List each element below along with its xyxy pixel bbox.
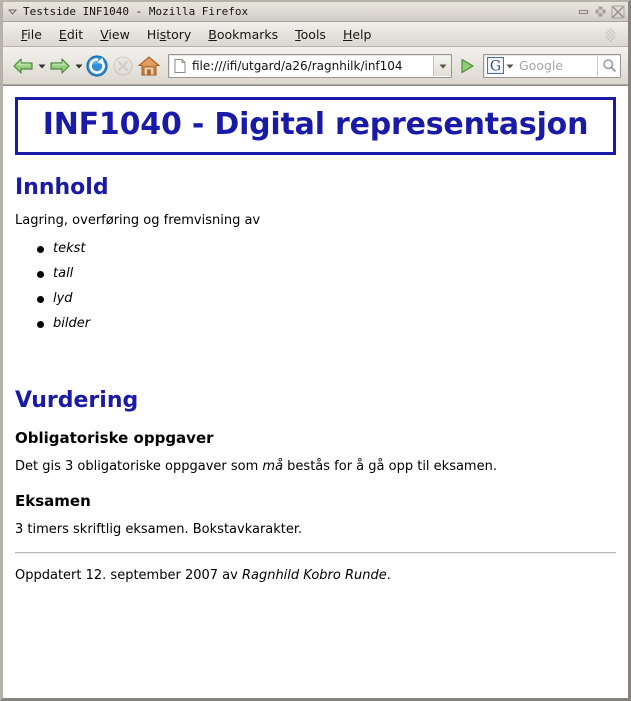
obligatoriske-text-emphasis: må xyxy=(262,458,284,474)
section-heading-innhold: Innhold xyxy=(15,174,109,200)
section-heading-vurdering: Vurdering xyxy=(15,387,139,413)
home-icon[interactable] xyxy=(136,53,162,79)
menu-item-help[interactable]: Help xyxy=(335,26,381,43)
page-footer: Oppdatert 12. september 2007 av Ragnhild… xyxy=(15,568,616,584)
maximize-icon[interactable] xyxy=(593,4,608,19)
stop-icon xyxy=(110,53,136,79)
list-item: tekst xyxy=(37,242,616,255)
forward-icon[interactable] xyxy=(47,53,73,79)
svg-text:G: G xyxy=(489,58,500,74)
search-engine-chevron-down-icon[interactable] xyxy=(505,56,515,76)
reload-icon[interactable] xyxy=(84,53,110,79)
innhold-intro-text: Lagring, overføring og fremvisning av xyxy=(15,212,261,228)
search-bar[interactable]: G Google xyxy=(483,53,621,78)
list-item: tall xyxy=(37,267,616,280)
back-history-chevron-down-icon[interactable] xyxy=(36,53,47,79)
back-icon[interactable] xyxy=(10,53,36,79)
url-input[interactable]: file:///ifi/utgard/a26/ragnhilk/inf104 xyxy=(192,59,433,73)
go-arrow-icon[interactable] xyxy=(455,54,479,78)
url-bar[interactable]: file:///ifi/utgard/a26/ragnhilk/inf104 xyxy=(168,53,452,78)
menu-item-tools[interactable]: Tools xyxy=(287,26,335,43)
menu-item-edit[interactable]: Edit xyxy=(51,26,92,43)
obligatoriske-text: Det gis 3 obligatoriske oppgaver som må … xyxy=(15,459,616,475)
grip-diamond-icon xyxy=(603,27,618,42)
footer-author: Ragnhild Kobro Runde xyxy=(241,568,387,584)
footer-text-after: . xyxy=(386,568,391,584)
url-chevron-down-icon[interactable] xyxy=(433,55,451,76)
page-title-box: INF1040 - Digital representasjon xyxy=(15,97,616,155)
document-favicon-icon xyxy=(171,56,189,76)
menu-bar: File Edit View History Bookmarks Tools H… xyxy=(3,22,628,47)
list-item: lyd xyxy=(37,292,616,305)
subsection-heading-obligatoriske-oppgaver: Obligatoriske oppgaver xyxy=(15,428,214,447)
eksamen-text: 3 timers skriftlig eksamen. Bokstavkarak… xyxy=(15,522,303,537)
page-content: INF1040 - Digital representasjon Innhold… xyxy=(3,85,628,698)
menu-item-view[interactable]: View xyxy=(92,26,139,43)
window-title: Testside INF1040 - Mozilla Firefox xyxy=(23,5,249,18)
obligatoriske-text-after: bestås for å gå opp til eksamen. xyxy=(283,458,497,474)
magnifier-icon[interactable] xyxy=(597,55,620,76)
window-menu-icon[interactable] xyxy=(6,5,19,18)
close-icon[interactable] xyxy=(610,4,625,19)
minimize-icon[interactable] xyxy=(576,4,591,19)
footer-divider xyxy=(15,552,616,555)
innhold-list: tekst tall lyd bilder xyxy=(15,242,616,330)
forward-history-chevron-down-icon[interactable] xyxy=(73,53,84,79)
browser-window: Testside INF1040 - Mozilla Firefox File … xyxy=(0,0,631,701)
list-item: bilder xyxy=(37,317,616,330)
subsection-heading-eksamen: Eksamen xyxy=(15,492,91,510)
menu-item-history[interactable]: History xyxy=(139,26,200,43)
navigation-toolbar: file:///ifi/utgard/a26/ragnhilk/inf104 G… xyxy=(3,47,628,85)
page-title: INF1040 - Digital representasjon xyxy=(42,107,589,142)
footer-text-before: Oppdatert 12. september 2007 av xyxy=(15,568,242,584)
window-controls xyxy=(576,4,625,19)
title-bar: Testside INF1040 - Mozilla Firefox xyxy=(3,2,628,22)
google-g-icon[interactable]: G xyxy=(485,56,505,76)
obligatoriske-text-before: Det gis 3 obligatoriske oppgaver som xyxy=(15,458,263,474)
search-input[interactable]: Google xyxy=(519,58,597,73)
menu-item-bookmarks[interactable]: Bookmarks xyxy=(200,26,287,43)
menu-item-file[interactable]: File xyxy=(13,26,51,43)
